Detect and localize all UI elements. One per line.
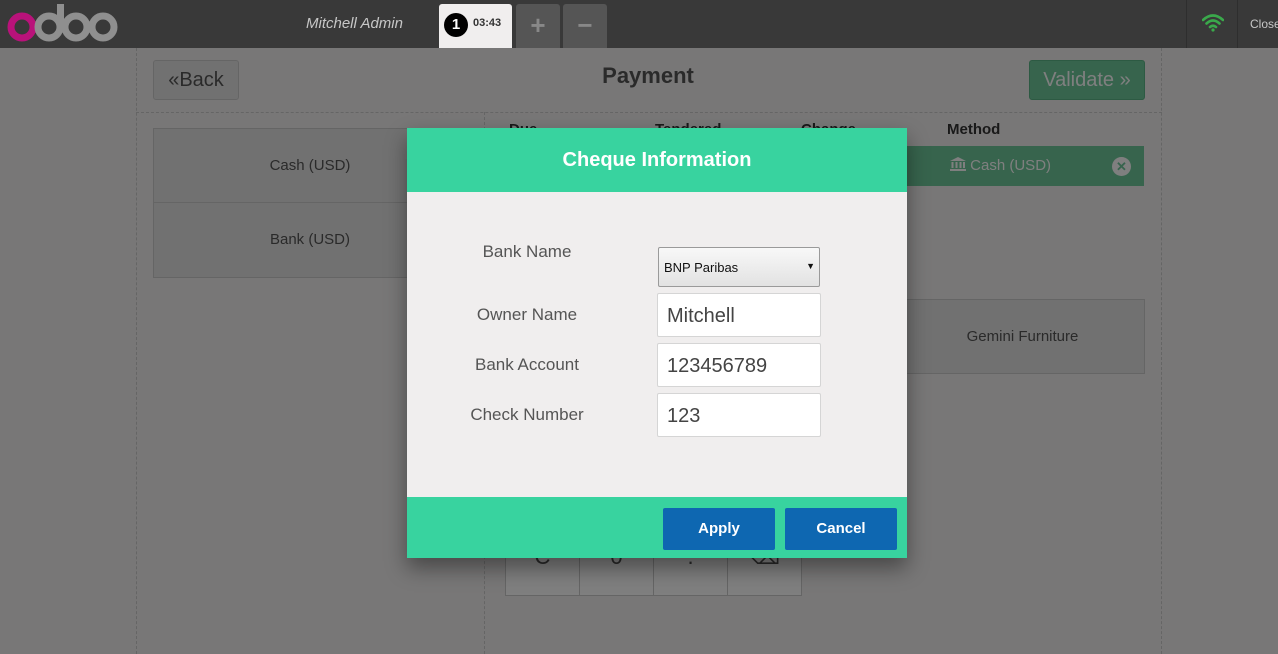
check-number-input[interactable]: 123 (657, 393, 821, 437)
bank-name-label: Bank Name (482, 242, 572, 261)
bank-account-label: Bank Account (475, 355, 579, 374)
minus-icon: − (577, 10, 593, 40)
order-tab[interactable]: 1 03:43 (439, 4, 512, 48)
cashier-name[interactable]: Mitchell Admin (306, 15, 403, 32)
owner-name-label: Owner Name (476, 305, 578, 324)
popup-footer: Apply Cancel (407, 497, 907, 558)
cancel-button[interactable]: Cancel (785, 508, 897, 550)
proxy-status[interactable] (1186, 0, 1238, 48)
check-number-label: Check Number (470, 405, 584, 424)
chevron-down-icon: ▼ (806, 261, 815, 271)
odoo-logo (7, 4, 118, 42)
plus-icon: + (530, 10, 546, 40)
order-number-badge: 1 (444, 13, 468, 37)
order-time: 03:43 (473, 17, 502, 29)
bank-account-input[interactable]: 123456789 (657, 343, 821, 387)
wifi-icon (1202, 14, 1224, 32)
owner-name-input[interactable]: Mitchell (657, 293, 821, 337)
apply-button[interactable]: Apply (663, 508, 775, 550)
popup-title: Cheque Information (407, 128, 907, 192)
bank-name-select[interactable]: BNP Paribas ▼ (658, 247, 820, 287)
add-order-button[interactable]: + (516, 4, 560, 48)
bank-name-value: BNP Paribas (664, 260, 739, 275)
cheque-info-popup: Cheque Information Bank Name BNP Paribas… (407, 128, 907, 558)
pos-topbar: Mitchell Admin 1 03:43 + − Close (0, 0, 1278, 48)
remove-order-button[interactable]: − (563, 4, 607, 48)
close-button[interactable]: Close (1250, 17, 1278, 31)
